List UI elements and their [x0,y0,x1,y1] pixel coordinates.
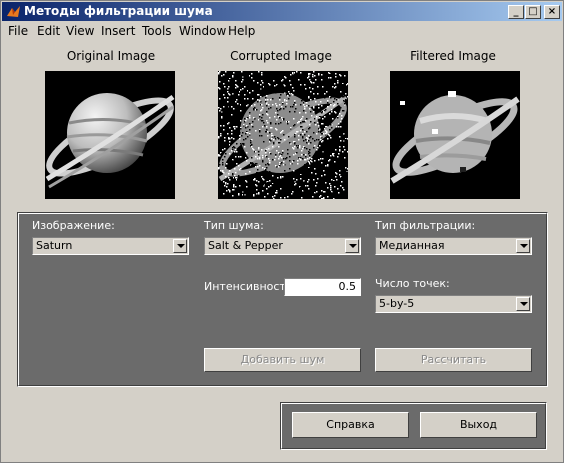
actions-panel: Справка Выход [280,402,547,450]
chevron-down-icon[interactable] [516,297,530,311]
menu-bar: File Edit View Insert Tools Window Help [2,21,562,41]
compute-button[interactable]: Рассчитать [375,348,532,372]
menu-tools[interactable]: Tools [142,24,172,38]
menu-window[interactable]: Window [179,24,226,38]
points-label: Число точек: [375,277,450,290]
original-image-caption: Original Image [66,49,156,63]
menu-file[interactable]: File [8,24,28,38]
chevron-down-icon[interactable] [173,239,187,253]
image-select-value: Saturn [36,239,73,252]
maximize-button[interactable]: □ [525,5,541,19]
image-label: Изображение: [32,219,115,232]
window: Методы фильтрации шума _ □ × File Edit V… [0,0,564,463]
menu-edit[interactable]: Edit [37,24,60,38]
corrupted-image-caption: Corrupted Image [230,49,332,63]
exit-button[interactable]: Выход [420,412,537,438]
corrupted-image [218,71,348,199]
settings-panel: Изображение: Saturn Тип шума: Salt & Pep… [17,212,548,387]
filter-type-label: Тип фильтрации: [375,219,476,232]
noise-type-value: Salt & Pepper [208,239,283,252]
chevron-down-icon[interactable] [516,239,530,253]
points-select-value: 5-by-5 [379,297,415,310]
filtered-image-caption: Filtered Image [410,49,496,63]
intensity-input[interactable]: 0.5 [284,278,361,296]
matlab-icon [7,6,20,17]
menu-help[interactable]: Help [228,24,255,38]
minimize-button[interactable]: _ [508,5,524,19]
help-button[interactable]: Справка [292,412,409,438]
menu-view[interactable]: View [66,24,94,38]
window-title: Методы фильтрации шума [24,4,213,18]
title-bar: Методы фильтрации шума _ □ × [2,2,562,21]
chevron-down-icon[interactable] [345,239,359,253]
filter-type-value: Медианная [379,239,445,252]
filtered-image [390,71,520,199]
add-noise-button[interactable]: Добавить шум [204,348,361,372]
noise-type-select[interactable]: Salt & Pepper [204,237,361,255]
intensity-label: Интенсивность [204,280,293,293]
filter-type-select[interactable]: Медианная [375,237,532,255]
close-button[interactable]: × [544,5,560,19]
points-select[interactable]: 5-by-5 [375,295,532,313]
menu-insert[interactable]: Insert [101,24,135,38]
noise-type-label: Тип шума: [204,219,264,232]
original-image [45,71,175,199]
image-select[interactable]: Saturn [32,237,189,255]
